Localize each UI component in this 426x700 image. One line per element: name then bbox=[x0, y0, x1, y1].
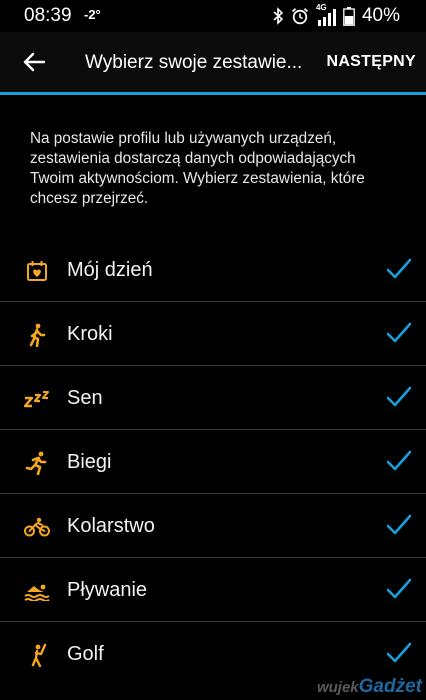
checkmark-icon[interactable] bbox=[386, 384, 412, 410]
back-arrow-icon bbox=[23, 52, 45, 72]
checkmark-icon[interactable] bbox=[386, 640, 412, 666]
battery-icon bbox=[343, 6, 355, 26]
watermark-brand: Gadżet bbox=[358, 676, 422, 697]
sleep-zzz-icon bbox=[24, 386, 50, 412]
list-item-running[interactable]: Biegi bbox=[0, 430, 426, 494]
golf-icon bbox=[24, 642, 50, 668]
description-text: Na postawie profilu lub używanych urządz… bbox=[30, 130, 365, 207]
walking-icon bbox=[24, 322, 50, 348]
list-item-label: Kolarstwo bbox=[67, 515, 155, 537]
signal-indicator: 4G bbox=[316, 3, 336, 26]
list-item-label: Mój dzień bbox=[67, 259, 153, 281]
running-icon bbox=[24, 450, 50, 476]
status-time: 08:39 bbox=[24, 5, 72, 26]
list-item-label: Biegi bbox=[67, 451, 112, 473]
status-bar: 08:39 -2° 4G 40% bbox=[0, 0, 426, 32]
status-temperature: -2° bbox=[84, 7, 101, 22]
swimming-icon bbox=[24, 578, 50, 604]
calendar-heart-icon bbox=[24, 258, 50, 284]
watermark-prefix: wujek bbox=[316, 679, 359, 696]
list-item-sleep[interactable]: Sen bbox=[0, 366, 426, 430]
alarm-icon bbox=[291, 8, 309, 25]
checkmark-icon[interactable] bbox=[386, 576, 412, 602]
list-item-label: Golf bbox=[67, 643, 104, 665]
next-button[interactable]: NASTĘPNY bbox=[326, 53, 416, 71]
bicycle-icon bbox=[24, 514, 50, 540]
app-bar: Wybierz swoje zestawie... NASTĘPNY bbox=[0, 32, 426, 95]
page-title: Wybierz swoje zestawie... bbox=[85, 52, 303, 73]
watermark-logo: wujekGadżet bbox=[317, 676, 422, 698]
report-list: Mój dzień Kroki Sen Biegi Kolarstwo Pływ… bbox=[0, 238, 426, 686]
checkmark-icon[interactable] bbox=[386, 512, 412, 538]
list-item-label: Pływanie bbox=[67, 579, 148, 601]
list-item-my-day[interactable]: Mój dzień bbox=[0, 238, 426, 302]
checkmark-icon[interactable] bbox=[386, 320, 412, 346]
list-item-label: Sen bbox=[67, 387, 103, 409]
list-item-swimming[interactable]: Pływanie bbox=[0, 558, 426, 622]
back-button[interactable] bbox=[16, 45, 52, 79]
status-icons: 4G 40% bbox=[273, 3, 400, 27]
checkmark-icon[interactable] bbox=[386, 256, 412, 282]
battery-percent: 40% bbox=[361, 5, 400, 26]
list-item-label: Kroki bbox=[67, 323, 113, 345]
bluetooth-icon bbox=[273, 7, 284, 25]
checkmark-icon[interactable] bbox=[386, 448, 412, 474]
signal-icon bbox=[317, 9, 336, 26]
list-item-steps[interactable]: Kroki bbox=[0, 302, 426, 366]
list-item-cycling[interactable]: Kolarstwo bbox=[0, 494, 426, 558]
